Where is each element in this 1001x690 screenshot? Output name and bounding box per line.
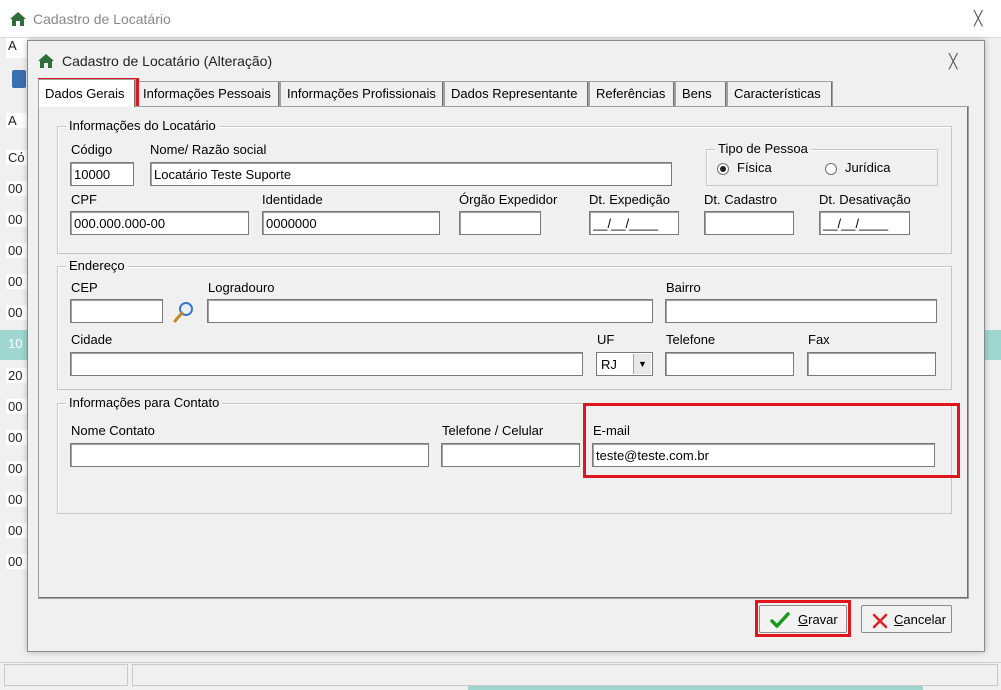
tab-informacoes-profissionais[interactable]: Informações Profissionais <box>280 81 444 107</box>
dt-desativacao-label: Dt. Desativação <box>819 192 911 207</box>
orgao-expedidor-input[interactable] <box>459 211 541 235</box>
email-label: E-mail <box>593 423 630 438</box>
tab-referencias[interactable]: Referências <box>589 81 675 107</box>
horizontal-scrollbar[interactable] <box>468 686 923 690</box>
close-icon[interactable]: ╳ <box>974 10 982 27</box>
radio-juridica[interactable] <box>825 163 837 175</box>
codigo-label: Código <box>71 142 113 157</box>
tab-dados-gerais[interactable]: Dados Gerais <box>38 79 136 107</box>
dt-expedicao-label: Dt. Expedição <box>589 192 670 207</box>
tab-panel: Informações do Locatário Código Nome/ Ra… <box>38 106 969 599</box>
bairro-label: Bairro <box>666 280 701 295</box>
table-row: 00 <box>6 399 28 414</box>
table-row: 00 <box>6 461 28 476</box>
group-address: Endereço CEP Logradouro Bairro Cidade UF… <box>57 258 952 390</box>
radio-fisica[interactable] <box>717 163 729 175</box>
dt-cadastro-label: Dt. Cadastro <box>704 192 777 207</box>
codigo-input[interactable] <box>70 162 134 186</box>
identidade-label: Identidade <box>262 192 323 207</box>
uf-label: UF <box>597 332 615 347</box>
email-input[interactable] <box>592 443 935 467</box>
fax-label: Fax <box>808 332 830 347</box>
edit-tenant-dialog: Cadastro de Locatário (Alteração) ╳ Dado… <box>27 40 985 652</box>
cep-input[interactable] <box>70 299 163 323</box>
table-row: 00 <box>6 430 28 445</box>
tab-dados-representante[interactable]: Dados Representante <box>444 81 589 107</box>
cancelar-button-label: Cancelar <box>894 612 947 627</box>
telefone-input[interactable] <box>665 352 794 376</box>
juridica-label: Jurídica <box>845 160 891 175</box>
cpf-input[interactable] <box>70 211 249 235</box>
fisica-label: Física <box>737 160 772 175</box>
table-row: 00 <box>6 212 28 227</box>
uf-select[interactable]: RJ ▼ <box>596 352 653 376</box>
nome-label: Nome/ Razão social <box>150 142 267 157</box>
nome-contato-label: Nome Contato <box>71 423 155 438</box>
tab-bens[interactable]: Bens <box>675 81 727 107</box>
telefone-celular-input[interactable] <box>441 443 580 467</box>
uf-selected-value: RJ <box>601 357 617 372</box>
home-icon <box>10 12 26 26</box>
background-window-title: Cadastro de Locatário <box>33 11 171 27</box>
group-person-type: Tipo de Pessoa Física Jurídica <box>706 141 938 186</box>
table-row: 00 <box>6 305 28 320</box>
table-row: 20 <box>6 368 28 383</box>
nome-contato-input[interactable] <box>70 443 429 467</box>
chevron-down-icon[interactable]: ▼ <box>633 354 651 374</box>
table-row: 00 <box>6 554 28 569</box>
dt-expedicao-input[interactable] <box>589 211 679 235</box>
close-icon[interactable]: ╳ <box>949 53 957 70</box>
background-menu-fragment: A <box>6 38 28 58</box>
telefone-celular-label: Telefone / Celular <box>442 423 544 438</box>
cidade-label: Cidade <box>71 332 113 347</box>
table-row: 00 <box>6 523 28 538</box>
group-title: Tipo de Pessoa <box>715 141 811 156</box>
magnifier-icon[interactable] <box>173 301 195 323</box>
group-title: Informações para Contato <box>66 395 223 410</box>
telefone-label: Telefone <box>666 332 716 347</box>
tab-caracteristicas[interactable]: Características <box>727 81 833 107</box>
group-title: Endereço <box>66 258 128 273</box>
bairro-input[interactable] <box>665 299 937 323</box>
cancelar-button[interactable]: Cancelar <box>861 605 952 633</box>
dt-cadastro-input[interactable] <box>704 211 794 235</box>
table-row: 00 <box>6 274 28 289</box>
logradouro-label: Logradouro <box>208 280 275 295</box>
table-row: 10 <box>6 336 28 351</box>
nome-input[interactable] <box>150 162 672 186</box>
cep-label: CEP <box>71 280 98 295</box>
cidade-input[interactable] <box>70 352 583 376</box>
checkmark-icon <box>770 612 790 628</box>
status-segment <box>4 664 128 686</box>
group-contact-info: Informações para Contato Nome Contato Te… <box>57 395 952 514</box>
x-icon <box>872 613 888 629</box>
background-label-fragment: A <box>6 113 28 128</box>
gravar-button-label: Gravar <box>798 612 838 627</box>
background-column-header: Cό <box>6 150 28 165</box>
dt-desativacao-input[interactable] <box>819 211 910 235</box>
background-titlebar: Cadastro de Locatário ╳ <box>0 0 1001 38</box>
logradouro-input[interactable] <box>207 299 653 323</box>
orgao-expedidor-label: Órgão Expedidor <box>459 192 558 207</box>
toolbar-icon <box>12 70 26 88</box>
status-segment <box>132 664 998 686</box>
table-row: 00 <box>6 243 28 258</box>
dialog-title: Cadastro de Locatário (Alteração) <box>62 53 273 69</box>
fax-input[interactable] <box>807 352 936 376</box>
identidade-input[interactable] <box>262 211 440 235</box>
cpf-label: CPF <box>71 192 97 207</box>
group-tenant-info: Informações do Locatário Código Nome/ Ra… <box>57 118 952 254</box>
table-row: 00 <box>6 181 28 196</box>
group-title: Informações do Locatário <box>66 118 219 133</box>
gravar-button[interactable]: Gravar <box>759 605 847 633</box>
table-row: 00 <box>6 492 28 507</box>
tab-informacoes-pessoais[interactable]: Informações Pessoais <box>136 81 280 107</box>
home-icon <box>38 54 54 68</box>
